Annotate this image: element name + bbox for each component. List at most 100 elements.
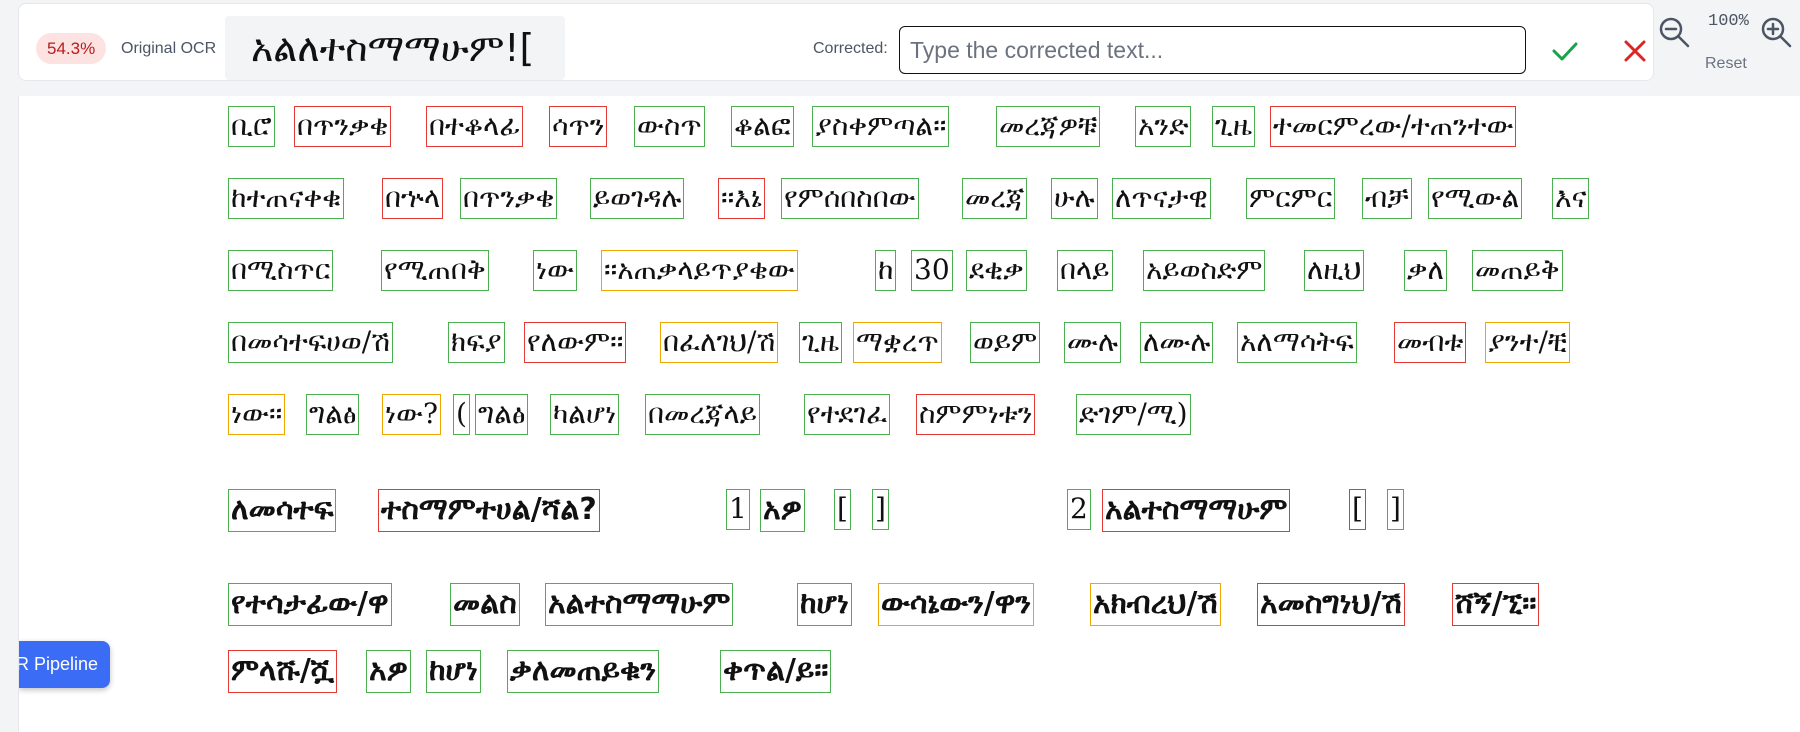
ocr-word-box[interactable]: ነው [533, 250, 577, 291]
ocr-word-box[interactable]: ቢሮ [228, 106, 275, 147]
ocr-word-outline [381, 250, 489, 291]
ocr-word-outline [228, 322, 394, 363]
ocr-word-box[interactable]: የተደገፈ [804, 394, 891, 435]
ocr-word-box[interactable]: ሁሉ [1051, 178, 1098, 219]
ocr-word-box[interactable]: [ [1349, 489, 1366, 530]
ocr-word-outline [475, 394, 529, 435]
ocr-word-box[interactable]: ደቂቃ [966, 250, 1027, 291]
ocr-word-box[interactable]: ሳጥን [549, 106, 608, 147]
ocr-word-box[interactable]: ግልፅ [475, 394, 529, 435]
ocr-word-box[interactable]: መረጃ [962, 178, 1028, 219]
ocr-word-box[interactable]: 2 [1067, 489, 1091, 530]
ocr-word-box[interactable]: ወይም [970, 322, 1041, 363]
corrected-text-input[interactable] [899, 26, 1526, 74]
ocr-word-box[interactable]: ምርምር [1246, 178, 1336, 219]
ocr-word-box[interactable]: መልስ [450, 583, 520, 626]
ocr-word-box[interactable]: በላይ [1057, 250, 1113, 291]
ocr-word-box[interactable]: ይወገዳሉ [590, 178, 685, 219]
ocr-word-box[interactable]: አልተስማማሁም [545, 583, 734, 626]
ocr-word-box[interactable]: ውሳኔውን/ዋን [878, 583, 1035, 626]
ocr-word-box[interactable]: አልተስማማሁም [1102, 489, 1291, 532]
ocr-word-box[interactable]: ] [872, 489, 889, 530]
ocr-word-box[interactable]: ምላሹ/ሿ [228, 650, 338, 693]
ocr-pipeline-button[interactable]: OCR Pipeline [19, 641, 110, 688]
ocr-word-box[interactable]: እና [1552, 178, 1590, 219]
ocr-word-outline [545, 583, 734, 626]
ocr-word-outline [1394, 322, 1467, 363]
accept-correction-button[interactable] [1543, 31, 1587, 71]
ocr-word-box[interactable]: አንድ [1135, 106, 1192, 147]
ocr-word-box[interactable]: በመረጃላይ [645, 394, 760, 435]
ocr-word-box[interactable]: ግልፅ [306, 394, 360, 435]
ocr-word-box[interactable]: የሚጠበቅ [381, 250, 489, 291]
ocr-word-box[interactable]: በመሳተፍሀወ/ሽ [228, 322, 394, 363]
ocr-word-box[interactable]: ቃለ [1404, 250, 1447, 291]
ocr-word-box[interactable]: 30 [911, 250, 953, 291]
ocr-word-box[interactable]: ተመርምረው/ተጠንተው [1270, 106, 1517, 147]
ocr-word-outline [1552, 178, 1590, 219]
ocr-word-box[interactable]: የምሰበስበው [781, 178, 919, 219]
ocr-word-box[interactable]: ጊዜ [1212, 106, 1255, 147]
zoom-out-button[interactable] [1656, 14, 1694, 52]
ocr-word-box[interactable]: ፡፡እኔ [718, 178, 765, 219]
ocr-word-outline [453, 394, 470, 435]
ocr-word-box[interactable]: ከ [875, 250, 897, 291]
ocr-word-box[interactable]: ተስማምተሀል/ሻል? [378, 489, 600, 532]
ocr-word-box[interactable]: ስምምነቱን [916, 394, 1036, 435]
ocr-word-box[interactable]: ብቻ [1362, 178, 1412, 219]
ocr-word-box[interactable]: የለውም፡፡ [524, 322, 627, 363]
ocr-word-box[interactable]: የሚውል [1428, 178, 1523, 219]
ocr-word-outline [450, 583, 520, 626]
ocr-word-outline [228, 583, 392, 626]
ocr-word-box[interactable]: አዎ [760, 489, 805, 532]
ocr-word-box[interactable]: ያንተ/ቺ [1485, 322, 1570, 363]
zoom-in-button[interactable] [1758, 14, 1796, 52]
ocr-word-box[interactable]: ፡፡አጠቃላይጥያቄው [601, 250, 798, 291]
ocr-word-outline [799, 322, 842, 363]
zoom-reset-button[interactable]: Reset [1705, 55, 1747, 73]
ocr-word-box[interactable]: ቀጥል/ይ። [720, 650, 832, 693]
ocr-word-box[interactable]: ክፍያ [448, 322, 505, 363]
ocr-word-box[interactable]: ቆልፎ [731, 106, 794, 147]
ocr-word-box[interactable]: አለማሳትፍ [1237, 322, 1357, 363]
ocr-word-box[interactable]: ከሆነ [797, 583, 852, 626]
ocr-word-box[interactable]: አክብረህ/ሽ [1090, 583, 1221, 626]
ocr-word-box[interactable]: አመስግነህ/ሽ [1257, 583, 1405, 626]
ocr-word-box[interactable]: መጠይቅ [1472, 250, 1563, 291]
ocr-word-box[interactable]: [ [834, 489, 851, 530]
ocr-word-box[interactable]: መረጃዎቹ [996, 106, 1101, 147]
ocr-word-box[interactable]: አዎ [366, 650, 411, 693]
ocr-word-box[interactable]: ] [1387, 489, 1404, 530]
ocr-word-box[interactable]: ነው? [382, 394, 442, 435]
ocr-word-box[interactable]: ያስቀምጣል፡፡ [812, 106, 950, 147]
ocr-word-box[interactable]: በተቆላፊ [426, 106, 524, 147]
ocr-word-box[interactable]: ከሆነ [426, 650, 481, 693]
ocr-word-box[interactable]: ማቋረጥ [853, 322, 942, 363]
ocr-word-box[interactable]: ውስጥ [634, 106, 705, 147]
ocr-word-box[interactable]: ሙሉ [1064, 322, 1121, 363]
reject-correction-button[interactable] [1613, 31, 1657, 71]
ocr-word-box[interactable]: ነው፡፡ [228, 394, 286, 435]
ocr-word-box[interactable]: በጥንቃቄ [294, 106, 392, 147]
ocr-word-box[interactable]: ጊዜ [799, 322, 842, 363]
ocr-word-box[interactable]: 1 [726, 489, 750, 530]
ocr-word-box[interactable]: ሸኝ/ኚ፡፡ [1452, 583, 1540, 626]
ocr-word-box[interactable]: ከተጠናቀቁ [228, 178, 345, 219]
ocr-word-box[interactable]: የተሳታፊው/ዋ [228, 583, 392, 626]
ocr-word-outline [306, 394, 360, 435]
ocr-word-box[interactable]: አይወስድም [1143, 250, 1266, 291]
ocr-word-box[interactable]: ለዚህ [1304, 250, 1365, 291]
ocr-word-box[interactable]: ለመሳተፍ [228, 489, 337, 532]
ocr-word-box[interactable]: በፈለገህ/ሽ [660, 322, 779, 363]
ocr-word-box[interactable]: ካልሆነ [550, 394, 620, 435]
ocr-word-box[interactable]: በኍላ [382, 178, 444, 219]
ocr-word-box[interactable]: ቃለመጠይቁን [507, 650, 660, 693]
ocr-word-box[interactable]: ለሙሉ [1140, 322, 1214, 363]
checkmark-icon [1552, 42, 1578, 61]
ocr-word-box[interactable]: መብቱ [1394, 322, 1467, 363]
ocr-word-box[interactable]: ለጥናታዊ [1112, 178, 1211, 219]
ocr-word-box[interactable]: ድገም/ሚ) [1076, 394, 1191, 435]
ocr-word-box[interactable]: በሚስጥር [228, 250, 334, 291]
ocr-word-box[interactable]: ( [453, 394, 470, 435]
ocr-word-box[interactable]: በጥንቃቄ [460, 178, 558, 219]
